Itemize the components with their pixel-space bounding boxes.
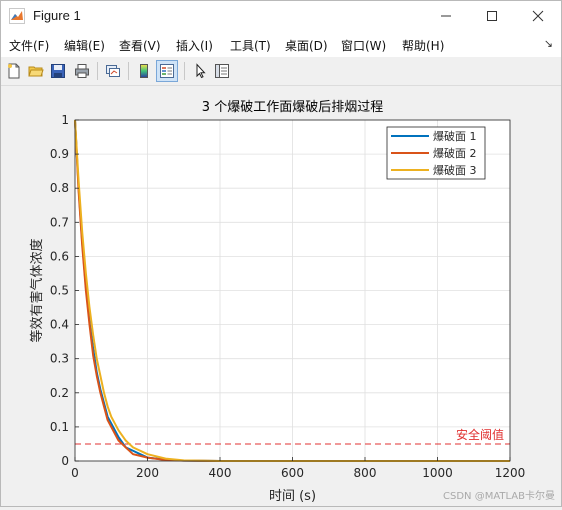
property-inspector-button[interactable]: [211, 60, 233, 82]
figure-canvas: 0 200 400 600 800 1000 1200 0 0.1 0.2 0.3 0.4 0.5 0.6…: [1, 86, 561, 506]
chart-title: 3 个爆破工作面爆破后排烟过程: [202, 100, 383, 115]
link-plot-icon: [106, 65, 120, 77]
y-tick-label: 1: [61, 113, 69, 127]
insert-legend-button[interactable]: [156, 60, 178, 82]
menu-edit[interactable]: 编辑(E): [64, 37, 105, 54]
print-icon: [75, 64, 89, 78]
minimize-icon: [441, 15, 451, 17]
save-icon: [51, 64, 65, 78]
y-tick-label: 0.2: [50, 386, 69, 400]
y-tick-label: 0.7: [50, 215, 69, 229]
arrow-pointer-icon: [196, 63, 206, 79]
y-tick-label: 0.9: [50, 147, 69, 161]
legend[interactable]: 爆破面 1 爆破面 2 爆破面 3: [386, 126, 486, 180]
property-inspector-icon: [215, 64, 229, 78]
legend-label-1: 爆破面 1: [433, 129, 477, 143]
menu-desktop[interactable]: 桌面(D): [285, 37, 328, 54]
link-plot-button[interactable]: [102, 60, 124, 82]
threshold-label: 安全阈值: [456, 427, 504, 442]
y-tick-label: 0.4: [50, 318, 69, 332]
menu-window[interactable]: 窗口(W): [341, 37, 386, 54]
x-tick-label: 1000: [422, 466, 453, 480]
new-figure-button[interactable]: [3, 60, 25, 82]
legend-label-3: 爆破面 3: [433, 163, 477, 177]
toolbar-separator: [128, 62, 129, 80]
menu-view[interactable]: 查看(V): [119, 37, 161, 54]
y-axis-label: 等效有害气体浓度: [29, 238, 45, 342]
menu-help[interactable]: 帮助(H): [402, 37, 444, 54]
insert-colorbar-button[interactable]: [133, 60, 155, 82]
menu-insert[interactable]: 插入(I): [176, 37, 213, 54]
open-file-button[interactable]: [25, 60, 47, 82]
line-chart[interactable]: 0 200 400 600 800 1000 1200 0 0.1 0.2 0.3 0.4 0.5 0.6…: [1, 86, 561, 506]
minimize-button[interactable]: [423, 1, 469, 31]
y-tick-label: 0.1: [50, 420, 69, 434]
figure-window: Figure 1 文件(F) 编辑(E) 查看(V) 插入(I) 工具(T) 桌…: [0, 0, 562, 507]
print-button[interactable]: [71, 60, 93, 82]
toolbar-separator: [97, 62, 98, 80]
maximize-button[interactable]: [469, 1, 515, 31]
window-title: Figure 1: [33, 8, 81, 23]
menu-bar: 文件(F) 编辑(E) 查看(V) 插入(I) 工具(T) 桌面(D) 窗口(W…: [1, 31, 561, 57]
x-tick-label: 800: [354, 466, 377, 480]
figure-toolbar: [1, 57, 561, 86]
maximize-icon: [487, 11, 497, 21]
watermark: CSDN @MATLAB卡尔曼: [443, 491, 555, 502]
edit-plot-button[interactable]: [189, 60, 211, 82]
menu-file[interactable]: 文件(F): [9, 37, 49, 54]
y-tick-label: 0: [61, 454, 69, 468]
save-button[interactable]: [47, 60, 69, 82]
x-tick-label: 0: [71, 466, 79, 480]
menu-overflow-icon[interactable]: ↘: [544, 37, 553, 50]
x-tick-label: 200: [136, 466, 159, 480]
menu-tools[interactable]: 工具(T): [230, 37, 271, 54]
x-tick-label: 400: [209, 466, 232, 480]
y-tick-label: 0.3: [50, 352, 69, 366]
close-button[interactable]: [515, 1, 561, 31]
x-tick-label: 600: [281, 466, 304, 480]
legend-icon: [160, 64, 174, 78]
matlab-icon: [9, 8, 25, 24]
colorbar-icon: [140, 64, 148, 78]
y-tick-label: 0.6: [50, 249, 69, 263]
x-axis-label: 时间 (s): [269, 489, 316, 504]
title-bar[interactable]: Figure 1: [1, 1, 561, 31]
toolbar-separator: [184, 62, 185, 80]
close-icon: [532, 10, 544, 22]
y-tick-label: 0.8: [50, 181, 69, 195]
y-tick-label: 0.5: [50, 284, 69, 298]
new-figure-icon: [8, 63, 20, 79]
x-tick-label: 1200: [495, 466, 526, 480]
legend-label-2: 爆破面 2: [433, 146, 477, 160]
open-folder-icon: [28, 66, 44, 77]
